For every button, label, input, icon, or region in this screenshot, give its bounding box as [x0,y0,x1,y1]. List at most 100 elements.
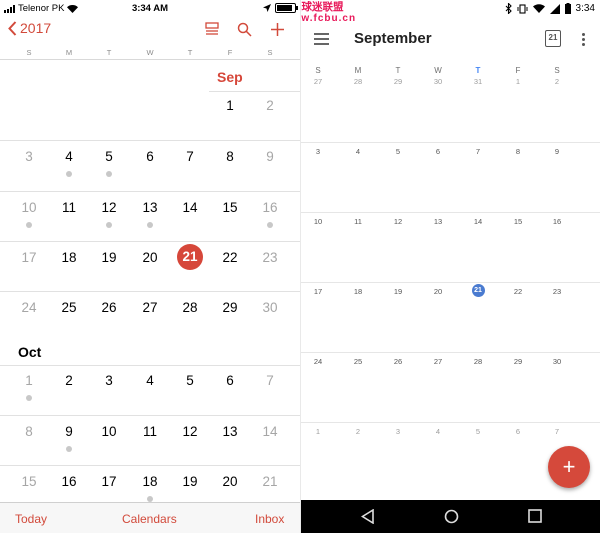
day-cell[interactable]: 5 [468,427,488,436]
menu-icon[interactable] [314,33,329,45]
back-to-year-button[interactable]: 2017 [8,20,51,36]
day-cell[interactable]: 27 [135,300,165,315]
day-cell[interactable]: 12 [388,217,408,226]
day-cell[interactable]: 4 [428,427,448,436]
day-cell[interactable]: 16 [54,474,84,489]
day-cell[interactable]: 5 [388,147,408,156]
day-cell[interactable]: 2 [547,77,567,86]
day-cell[interactable]: 7 [255,373,285,388]
day-cell[interactable]: 4 [348,147,368,156]
day-cell[interactable]: 6 [215,373,245,388]
day-cell[interactable]: 21 [255,474,285,489]
create-event-button[interactable]: + [548,446,590,488]
today-tab[interactable]: Today [15,512,47,526]
day-cell[interactable]: 25 [348,357,368,366]
day-cell[interactable]: 2 [348,427,368,436]
recents-icon[interactable] [528,509,542,523]
list-view-icon[interactable] [205,22,219,36]
day-cell[interactable]: 15 [508,217,528,226]
day-cell[interactable]: 7 [547,427,567,436]
day-cell[interactable]: 1 [215,98,245,113]
inbox-tab[interactable]: Inbox [255,512,284,526]
day-cell[interactable]: 13 [215,424,245,439]
day-cell[interactable]: 27 [428,357,448,366]
day-cell[interactable]: 4 [54,149,84,164]
day-cell[interactable]: 3 [14,149,44,164]
day-cell[interactable]: 10 [14,200,44,215]
day-cell[interactable]: 13 [135,200,165,215]
day-cell[interactable]: 19 [94,250,124,265]
day-cell[interactable]: 3 [388,427,408,436]
day-cell[interactable]: 31 [468,77,488,86]
day-cell[interactable]: 20 [428,287,448,296]
today-day-cell[interactable]: 21 [471,284,485,297]
day-cell[interactable]: 15 [14,474,44,489]
search-icon[interactable] [237,22,252,37]
day-cell[interactable]: 6 [508,427,528,436]
day-cell[interactable]: 12 [175,424,205,439]
day-cell[interactable]: 17 [308,287,328,296]
add-event-icon[interactable] [270,22,285,37]
day-cell[interactable]: 5 [94,149,124,164]
day-cell[interactable]: 7 [468,147,488,156]
day-cell[interactable]: 18 [135,474,165,489]
day-cell[interactable]: 29 [388,77,408,86]
day-cell[interactable]: 22 [215,250,245,265]
day-cell[interactable]: 23 [255,250,285,265]
day-cell[interactable]: 17 [94,474,124,489]
day-cell[interactable]: 18 [348,287,368,296]
month-title[interactable]: September [354,30,432,47]
day-cell[interactable]: 8 [215,149,245,164]
day-cell[interactable]: 6 [135,149,165,164]
day-cell[interactable]: 14 [255,424,285,439]
day-cell[interactable]: 26 [94,300,124,315]
day-cell[interactable]: 1 [508,77,528,86]
day-cell[interactable]: 12 [94,200,124,215]
day-cell[interactable]: 9 [255,149,285,164]
day-cell[interactable]: 20 [215,474,245,489]
day-cell[interactable]: 16 [255,200,285,215]
day-cell[interactable]: 11 [135,424,165,439]
day-cell[interactable]: 6 [428,147,448,156]
day-cell[interactable]: 26 [388,357,408,366]
day-cell[interactable]: 25 [54,300,84,315]
day-cell[interactable]: 29 [215,300,245,315]
today-day-cell[interactable]: 21 [177,244,203,270]
day-cell[interactable]: 30 [428,77,448,86]
day-cell[interactable]: 24 [308,357,328,366]
day-cell[interactable]: 30 [547,357,567,366]
day-cell[interactable]: 28 [348,77,368,86]
day-cell[interactable]: 28 [468,357,488,366]
day-cell[interactable]: 17 [14,250,44,265]
day-cell[interactable]: 11 [348,217,368,226]
day-cell[interactable]: 14 [468,217,488,226]
day-cell[interactable]: 3 [308,147,328,156]
calendars-tab[interactable]: Calendars [122,512,177,526]
day-cell[interactable]: 9 [54,424,84,439]
day-cell[interactable]: 14 [175,200,205,215]
day-cell[interactable]: 27 [308,77,328,86]
day-cell[interactable]: 16 [547,217,567,226]
day-cell[interactable]: 1 [308,427,328,436]
day-cell[interactable]: 18 [54,250,84,265]
day-cell[interactable]: 30 [255,300,285,315]
more-options-icon[interactable] [582,33,586,48]
day-cell[interactable]: 2 [54,373,84,388]
day-cell[interactable]: 1 [14,373,44,388]
day-cell[interactable]: 4 [135,373,165,388]
day-cell[interactable]: 5 [175,373,205,388]
back-icon[interactable] [361,509,374,524]
day-cell[interactable]: 8 [14,424,44,439]
day-cell[interactable]: 20 [135,250,165,265]
day-cell[interactable]: 15 [215,200,245,215]
day-cell[interactable]: 9 [547,147,567,156]
day-cell[interactable]: 29 [508,357,528,366]
day-cell[interactable]: 10 [94,424,124,439]
jump-to-today-icon[interactable]: 21 [545,30,561,47]
day-cell[interactable]: 10 [308,217,328,226]
day-cell[interactable]: 8 [508,147,528,156]
day-cell[interactable]: 19 [388,287,408,296]
day-cell[interactable]: 28 [175,300,205,315]
day-cell[interactable]: 7 [175,149,205,164]
day-cell[interactable]: 19 [175,474,205,489]
